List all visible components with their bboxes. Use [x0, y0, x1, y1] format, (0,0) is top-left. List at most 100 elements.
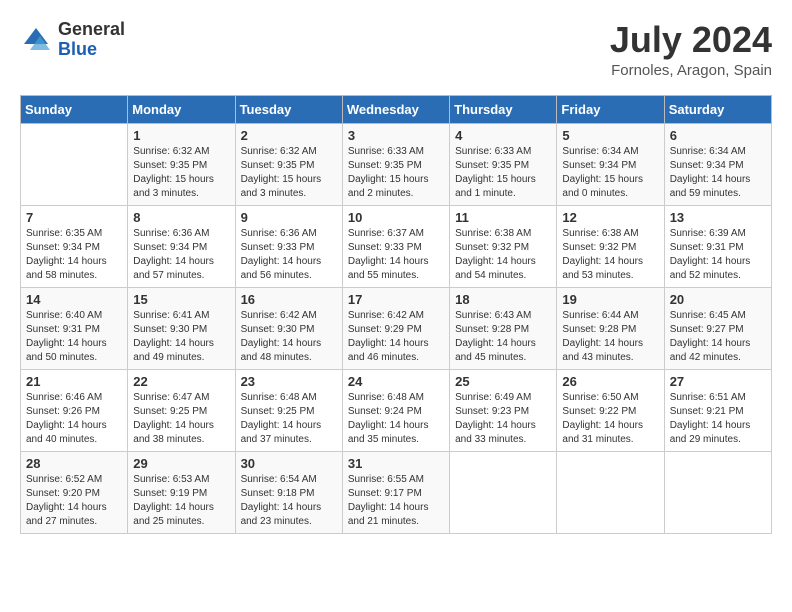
day-info: Sunrise: 6:42 AM Sunset: 9:29 PM Dayligh… — [348, 309, 444, 365]
day-info: Sunrise: 6:34 AM Sunset: 9:34 PM Dayligh… — [562, 145, 658, 201]
day-number: 17 — [348, 292, 444, 307]
day-info: Sunrise: 6:33 AM Sunset: 9:35 PM Dayligh… — [348, 145, 444, 201]
day-info: Sunrise: 6:46 AM Sunset: 9:26 PM Dayligh… — [26, 391, 122, 447]
day-number: 21 — [26, 374, 122, 389]
day-info: Sunrise: 6:50 AM Sunset: 9:22 PM Dayligh… — [562, 391, 658, 447]
day-info: Sunrise: 6:35 AM Sunset: 9:34 PM Dayligh… — [26, 227, 122, 283]
day-number: 20 — [670, 292, 766, 307]
day-info: Sunrise: 6:38 AM Sunset: 9:32 PM Dayligh… — [562, 227, 658, 283]
logo-icon — [20, 24, 52, 56]
logo: General Blue — [20, 20, 125, 60]
day-info: Sunrise: 6:39 AM Sunset: 9:31 PM Dayligh… — [670, 227, 766, 283]
day-number: 3 — [348, 128, 444, 143]
day-number: 6 — [670, 128, 766, 143]
day-info: Sunrise: 6:38 AM Sunset: 9:32 PM Dayligh… — [455, 227, 551, 283]
day-number: 27 — [670, 374, 766, 389]
day-info: Sunrise: 6:36 AM Sunset: 9:33 PM Dayligh… — [241, 227, 337, 283]
calendar-cell: 16Sunrise: 6:42 AM Sunset: 9:30 PM Dayli… — [235, 287, 342, 369]
calendar-cell: 7Sunrise: 6:35 AM Sunset: 9:34 PM Daylig… — [21, 205, 128, 287]
day-number: 16 — [241, 292, 337, 307]
day-info: Sunrise: 6:32 AM Sunset: 9:35 PM Dayligh… — [133, 145, 229, 201]
location: Fornoles, Aragon, Spain — [610, 62, 772, 79]
calendar-cell: 17 Sunrise: 6:42 AM Sunset: 9:29 PM Dayli… — [342, 287, 449, 369]
calendar-week-row: 1 Sunrise: 6:32 AM Sunset: 9:35 PM Daylig… — [21, 123, 772, 205]
calendar-cell: 23 Sunrise: 6:48 AM Sunset: 9:25 PM Dayli… — [235, 369, 342, 451]
day-number: 25 — [455, 374, 551, 389]
calendar-cell: 29Sunrise: 6:53 AM Sunset: 9:19 PM Dayli… — [128, 451, 235, 533]
day-number: 26 — [562, 374, 658, 389]
calendar-cell: 12Sunrise: 6:38 AM Sunset: 9:32 PM Dayli… — [557, 205, 664, 287]
day-info: Sunrise: 6:32 AM Sunset: 9:35 PM Dayligh… — [241, 145, 337, 201]
day-number: 31 — [348, 456, 444, 471]
day-number: 10 — [348, 210, 444, 225]
calendar-cell — [557, 451, 664, 533]
day-info: Sunrise: 6:51 AM Sunset: 9:21 PM Dayligh… — [670, 391, 766, 447]
day-number: 29 — [133, 456, 229, 471]
logo-blue: Blue — [58, 39, 97, 59]
day-number: 5 — [562, 128, 658, 143]
calendar-week-row: 28 Sunrise: 6:52 AM Sunset: 9:20 PM Dayli… — [21, 451, 772, 533]
calendar-header-row: SundayMondayTuesdayWednesdayThursdayFrid… — [21, 95, 772, 123]
calendar-cell: 18 Sunrise: 6:43 AM Sunset: 9:28 PM Dayli… — [450, 287, 557, 369]
day-info: Sunrise: 6:34 AM Sunset: 9:34 PM Dayligh… — [670, 145, 766, 201]
calendar-cell: 27 Sunrise: 6:51 AM Sunset: 9:21 PM Dayli… — [664, 369, 771, 451]
day-info: Sunrise: 6:41 AM Sunset: 9:30 PM Dayligh… — [133, 309, 229, 365]
day-number: 23 — [241, 374, 337, 389]
day-info: Sunrise: 6:44 AM Sunset: 9:28 PM Dayligh… — [562, 309, 658, 365]
calendar-cell: 14Sunrise: 6:40 AM Sunset: 9:31 PM Dayli… — [21, 287, 128, 369]
calendar-cell — [450, 451, 557, 533]
column-header-thursday: Thursday — [450, 95, 557, 123]
day-number: 11 — [455, 210, 551, 225]
calendar-week-row: 7Sunrise: 6:35 AM Sunset: 9:34 PM Daylig… — [21, 205, 772, 287]
day-number: 22 — [133, 374, 229, 389]
calendar-cell: 21 Sunrise: 6:46 AM Sunset: 9:26 PM Dayli… — [21, 369, 128, 451]
calendar-cell: 25 Sunrise: 6:49 AM Sunset: 9:23 PM Dayli… — [450, 369, 557, 451]
day-number: 4 — [455, 128, 551, 143]
calendar-cell: 3 Sunrise: 6:33 AM Sunset: 9:35 PM Daylig… — [342, 123, 449, 205]
day-number: 15 — [133, 292, 229, 307]
calendar-cell: 11 Sunrise: 6:38 AM Sunset: 9:32 PM Dayli… — [450, 205, 557, 287]
calendar-cell — [664, 451, 771, 533]
day-info: Sunrise: 6:48 AM Sunset: 9:25 PM Dayligh… — [241, 391, 337, 447]
day-info: Sunrise: 6:33 AM Sunset: 9:35 PM Dayligh… — [455, 145, 551, 201]
calendar-table: SundayMondayTuesdayWednesdayThursdayFrid… — [20, 95, 772, 534]
day-info: Sunrise: 6:40 AM Sunset: 9:31 PM Dayligh… — [26, 309, 122, 365]
calendar-cell: 9Sunrise: 6:36 AM Sunset: 9:33 PM Daylig… — [235, 205, 342, 287]
day-info: Sunrise: 6:54 AM Sunset: 9:18 PM Dayligh… — [241, 473, 337, 529]
calendar-cell: 26 Sunrise: 6:50 AM Sunset: 9:22 PM Dayli… — [557, 369, 664, 451]
calendar-cell: 8Sunrise: 6:36 AM Sunset: 9:34 PM Daylig… — [128, 205, 235, 287]
calendar-cell: 1 Sunrise: 6:32 AM Sunset: 9:35 PM Daylig… — [128, 123, 235, 205]
calendar-cell: 31 Sunrise: 6:55 AM Sunset: 9:17 PM Dayli… — [342, 451, 449, 533]
day-info: Sunrise: 6:52 AM Sunset: 9:20 PM Dayligh… — [26, 473, 122, 529]
calendar-cell: 20 Sunrise: 6:45 AM Sunset: 9:27 PM Dayli… — [664, 287, 771, 369]
day-number: 30 — [241, 456, 337, 471]
column-header-friday: Friday — [557, 95, 664, 123]
day-info: Sunrise: 6:36 AM Sunset: 9:34 PM Dayligh… — [133, 227, 229, 283]
day-info: Sunrise: 6:48 AM Sunset: 9:24 PM Dayligh… — [348, 391, 444, 447]
day-number: 19 — [562, 292, 658, 307]
calendar-cell: 10Sunrise: 6:37 AM Sunset: 9:33 PM Dayli… — [342, 205, 449, 287]
calendar-week-row: 21 Sunrise: 6:46 AM Sunset: 9:26 PM Dayli… — [21, 369, 772, 451]
day-number: 1 — [133, 128, 229, 143]
calendar-cell: 4 Sunrise: 6:33 AM Sunset: 9:35 PM Daylig… — [450, 123, 557, 205]
calendar-week-row: 14Sunrise: 6:40 AM Sunset: 9:31 PM Dayli… — [21, 287, 772, 369]
day-info: Sunrise: 6:47 AM Sunset: 9:25 PM Dayligh… — [133, 391, 229, 447]
day-info: Sunrise: 6:55 AM Sunset: 9:17 PM Dayligh… — [348, 473, 444, 529]
calendar-cell: 6 Sunrise: 6:34 AM Sunset: 9:34 PM Daylig… — [664, 123, 771, 205]
day-number: 24 — [348, 374, 444, 389]
calendar-cell: 30 Sunrise: 6:54 AM Sunset: 9:18 PM Dayli… — [235, 451, 342, 533]
calendar-cell: 24 Sunrise: 6:48 AM Sunset: 9:24 PM Dayli… — [342, 369, 449, 451]
day-number: 13 — [670, 210, 766, 225]
day-info: Sunrise: 6:49 AM Sunset: 9:23 PM Dayligh… — [455, 391, 551, 447]
calendar-cell: 13 Sunrise: 6:39 AM Sunset: 9:31 PM Dayli… — [664, 205, 771, 287]
day-number: 18 — [455, 292, 551, 307]
calendar-cell — [21, 123, 128, 205]
day-info: Sunrise: 6:43 AM Sunset: 9:28 PM Dayligh… — [455, 309, 551, 365]
title-block: July 2024 Fornoles, Aragon, Spain — [610, 20, 772, 79]
day-info: Sunrise: 6:45 AM Sunset: 9:27 PM Dayligh… — [670, 309, 766, 365]
calendar-cell: 2Sunrise: 6:32 AM Sunset: 9:35 PM Daylig… — [235, 123, 342, 205]
calendar-cell: 19 Sunrise: 6:44 AM Sunset: 9:28 PM Dayli… — [557, 287, 664, 369]
day-number: 28 — [26, 456, 122, 471]
column-header-saturday: Saturday — [664, 95, 771, 123]
calendar-cell: 5 Sunrise: 6:34 AM Sunset: 9:34 PM Daylig… — [557, 123, 664, 205]
